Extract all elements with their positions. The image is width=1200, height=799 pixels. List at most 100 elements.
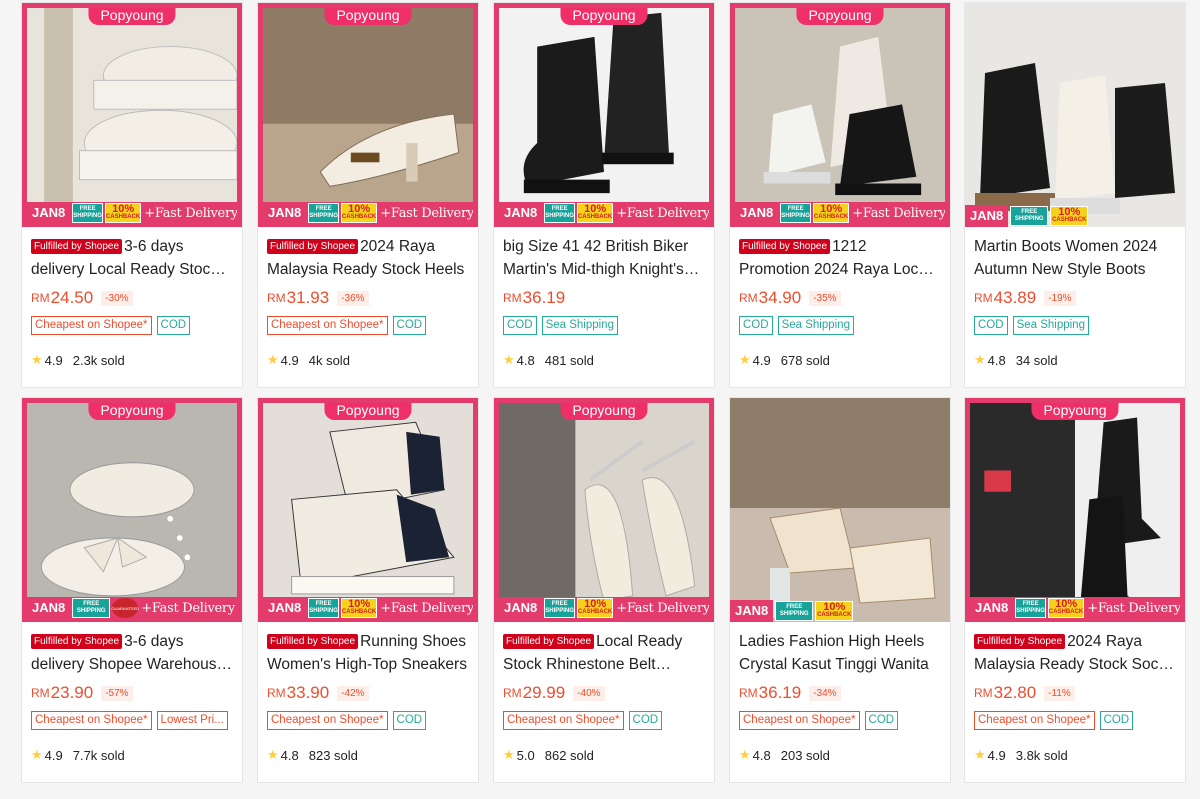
product-title[interactable]: big Size 41 42 British Biker Martin's Mi… [503, 235, 705, 281]
jan8-sale-badge: JAN8 [27, 202, 71, 224]
product-title[interactable]: Fulfilled by Shopee Running Shoes Women's… [267, 630, 469, 676]
price-row: RM 34.90 -35% [739, 286, 941, 310]
product-title[interactable]: Martin Boots Women 2024 Autumn New Style… [974, 235, 1176, 281]
product-card[interactable]: Popyoung JAN8 FREE SHIPPING 10% CASHBACK +F… [964, 397, 1186, 783]
product-title[interactable]: Fulfilled by Shopee Local Ready Stock Rhi… [503, 630, 705, 676]
product-info: Ladies Fashion High Heels Crystal Kasut … [730, 622, 950, 763]
product-tag: Sea Shipping [541, 316, 618, 335]
currency-label: RM [739, 291, 758, 305]
product-stats: ★ 4.9 4k sold [267, 352, 469, 368]
free-shipping-badge: FREE SHIPPING [1010, 206, 1049, 226]
product-title[interactable]: Fulfilled by Shopee 1212 Promotion 2024 R… [739, 235, 941, 281]
brand-tag: Popyoung [560, 403, 648, 420]
product-card[interactable]: Popyoung JAN8 FREE SHIPPING GUARANTEED +Fa… [21, 397, 243, 783]
currency-label: RM [974, 686, 993, 700]
product-image[interactable]: Popyoung JAN8 FREE SHIPPING 10% CASHBACK +F… [730, 3, 950, 227]
fulfilled-by-shopee-badge: Fulfilled by Shopee [974, 634, 1066, 649]
product-image[interactable]: JAN8 FREE SHIPPING 10% CASHBACK [730, 398, 950, 622]
product-title[interactable]: Fulfilled by Shopee 3-6 days delivery Sho… [31, 630, 233, 676]
cashback-badge: 10% CASHBACK [576, 203, 614, 223]
fulfilled-by-shopee-badge: Fulfilled by Shopee [267, 634, 359, 649]
product-card[interactable]: Popyoung JAN8 FREE SHIPPING 10% CASHBACK +F… [493, 2, 715, 388]
rating: 4.8 [987, 352, 1006, 368]
product-tag: Sea Shipping [777, 316, 854, 335]
product-info: Fulfilled by Shopee 2024 Raya Malaysia Re… [258, 227, 478, 368]
free-shipping-badge: FREE SHIPPING [72, 203, 103, 223]
star-icon: ★ [974, 747, 986, 762]
price: 36.19 [758, 683, 802, 702]
product-title[interactable]: Fulfilled by Shopee 3-6 days delivery Loc… [31, 235, 233, 281]
product-tags: COD Sea Shipping [739, 316, 941, 336]
product-image[interactable]: Popyoung JAN8 FREE SHIPPING 10% CASHBACK +F… [494, 3, 714, 227]
brand-tag: Popyoung [1031, 403, 1119, 420]
rating: 4.9 [44, 747, 63, 763]
product-card[interactable]: Popyoung JAN8 FREE SHIPPING 10% CASHBACK +F… [257, 2, 479, 388]
promo-strip: JAN8 FREE SHIPPING GUARANTEED +Fast Delive… [27, 597, 237, 619]
price: 31.93 [286, 288, 330, 307]
product-info: Fulfilled by Shopee Local Ready Stock Rhi… [494, 622, 714, 763]
fast-delivery-label: +Fast Delivery [380, 600, 474, 616]
star-icon: ★ [31, 352, 43, 367]
price: 33.90 [286, 683, 330, 702]
star-icon: ★ [739, 747, 751, 762]
free-shipping-badge: FREE SHIPPING [775, 601, 814, 621]
cashback-badge: 10% CASHBACK [340, 598, 378, 618]
fulfilled-by-shopee-badge: Fulfilled by Shopee [31, 239, 123, 254]
product-stats: ★ 4.8 481 sold [503, 352, 705, 368]
free-shipping-badge: FREE SHIPPING [72, 598, 111, 618]
product-tags: COD Sea Shipping [503, 316, 705, 336]
jan8-sale-badge: JAN8 [499, 202, 543, 224]
product-title[interactable]: Fulfilled by Shopee 2024 Raya Malaysia Re… [974, 630, 1176, 676]
product-card[interactable]: Popyoung JAN8 FREE SHIPPING 10% CASHBACK +F… [729, 2, 951, 388]
price-row: RM 43.89 -19% [974, 286, 1176, 310]
free-shipping-badge: FREE SHIPPING [308, 598, 339, 618]
product-stats: ★ 4.9 678 sold [739, 352, 941, 368]
product-card[interactable]: JAN8 FREE SHIPPING 10% CASHBACK Martin Boo… [964, 2, 1186, 388]
product-card[interactable]: Popyoung JAN8 FREE SHIPPING 10% CASHBACK +F… [257, 397, 479, 783]
product-image[interactable]: Popyoung JAN8 FREE SHIPPING 10% CASHBACK +F… [258, 3, 478, 227]
promo-strip: JAN8 FREE SHIPPING 10% CASHBACK [730, 600, 950, 622]
star-icon: ★ [739, 352, 751, 367]
product-stats: ★ 4.9 3.8k sold [974, 747, 1176, 763]
product-image[interactable]: Popyoung JAN8 FREE SHIPPING 10% CASHBACK +F… [258, 398, 478, 622]
price-row: RM 33.90 -42% [267, 681, 469, 705]
product-tag: Cheapest on Shopee* [267, 711, 388, 730]
product-tag: COD [628, 711, 663, 730]
product-card[interactable]: Popyoung JAN8 FREE SHIPPING 10% CASHBACK +F… [21, 2, 243, 388]
product-image[interactable]: Popyoung JAN8 FREE SHIPPING 10% CASHBACK +F… [965, 398, 1185, 622]
discount-badge: -36% [337, 290, 369, 306]
product-tags: COD Sea Shipping [974, 316, 1176, 336]
rating: 4.9 [987, 747, 1006, 763]
fulfilled-by-shopee-badge: Fulfilled by Shopee [739, 239, 831, 254]
rating: 4.9 [44, 352, 63, 368]
brand-tag: Popyoung [796, 8, 884, 25]
star-icon: ★ [503, 747, 515, 762]
price: 32.80 [993, 683, 1037, 702]
discount-badge: -40% [573, 685, 605, 701]
brand-tag: Popyoung [88, 403, 176, 420]
black-combat-boots-photo [499, 8, 709, 224]
fast-delivery-label: +Fast Delivery [616, 600, 710, 616]
product-card[interactable]: JAN8 FREE SHIPPING 10% CASHBACK Ladies Fas… [729, 397, 951, 783]
product-stats: ★ 4.8 203 sold [739, 747, 941, 763]
jan8-sale-badge: JAN8 [27, 597, 71, 619]
product-tag: Sea Shipping [1012, 316, 1089, 335]
promo-strip: JAN8 FREE SHIPPING 10% CASHBACK +Fast Deliv… [263, 597, 473, 619]
price-row: RM 32.80 -11% [974, 681, 1176, 705]
product-image[interactable]: Popyoung JAN8 FREE SHIPPING 10% CASHBACK +F… [494, 398, 714, 622]
product-title[interactable]: Fulfilled by Shopee 2024 Raya Malaysia Re… [267, 235, 469, 281]
product-title[interactable]: Ladies Fashion High Heels Crystal Kasut … [739, 630, 941, 676]
free-shipping-badge: FREE SHIPPING [544, 598, 575, 618]
product-tag: COD [974, 316, 1008, 335]
product-tags: Cheapest on Shopee* COD [267, 711, 469, 731]
product-image[interactable]: JAN8 FREE SHIPPING 10% CASHBACK [965, 3, 1185, 227]
promo-strip: JAN8 FREE SHIPPING 10% CASHBACK +Fast Deliv… [499, 597, 709, 619]
white-platform-mules-photo [27, 8, 237, 224]
product-card[interactable]: Popyoung JAN8 FREE SHIPPING 10% CASHBACK +F… [493, 397, 715, 783]
promo-strip: JAN8 FREE SHIPPING 10% CASHBACK +Fast Deliv… [499, 202, 709, 224]
sold-count: 481 sold [544, 352, 594, 368]
fast-delivery-label: +Fast Delivery [852, 205, 946, 221]
product-image[interactable]: Popyoung JAN8 FREE SHIPPING 10% CASHBACK +F… [22, 3, 242, 227]
product-tag: Cheapest on Shopee* [503, 711, 624, 730]
product-image[interactable]: Popyoung JAN8 FREE SHIPPING GUARANTEED +Fa… [22, 398, 242, 622]
